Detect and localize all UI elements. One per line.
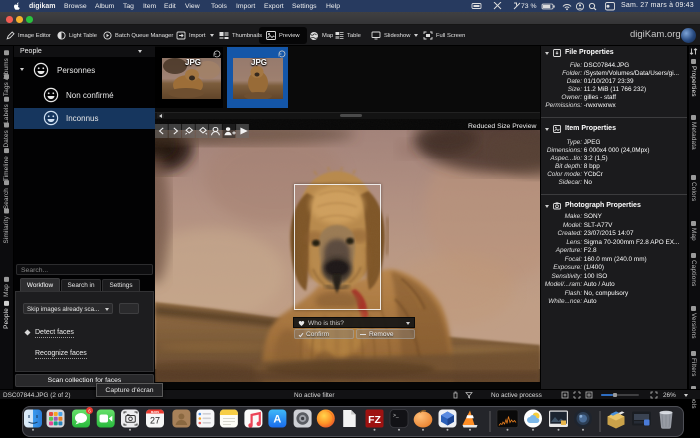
svg-text:MARS: MARS [151,410,159,414]
svg-text:>_: >_ [393,413,399,419]
svg-text:FZ: FZ [368,414,381,426]
svg-text:A: A [273,414,281,426]
svg-text:27: 27 [150,416,160,426]
